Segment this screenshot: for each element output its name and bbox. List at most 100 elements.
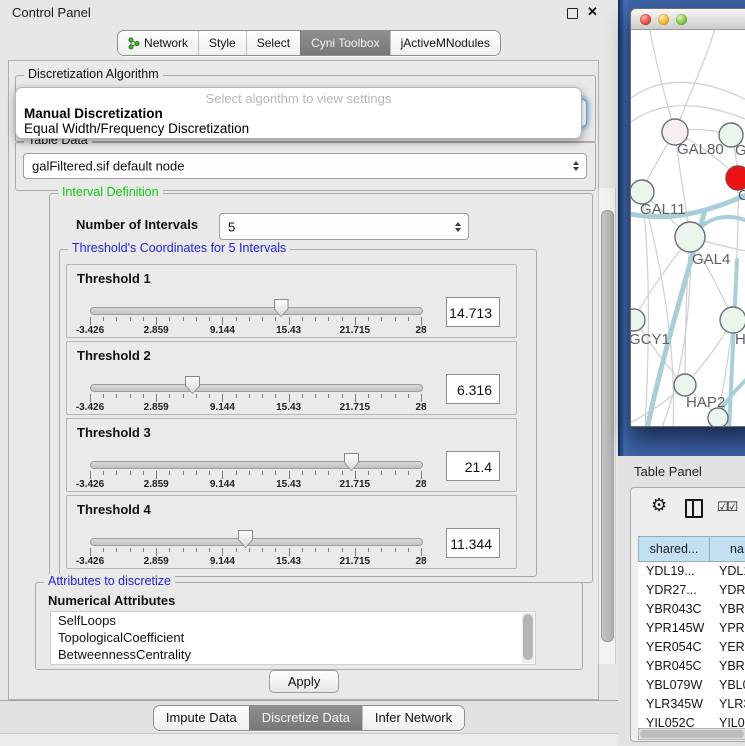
close-window-icon[interactable]	[640, 14, 651, 25]
table-row[interactable]: YER054CYER0	[638, 638, 745, 657]
tick-mark	[156, 394, 157, 402]
network-canvas[interactable]: GAL80 GA GAL11 C GAL4 GCY1 H HAP2	[631, 30, 745, 426]
threshold-value-field[interactable]: 14.713	[446, 297, 500, 327]
table-panel-title: Table Panel	[634, 464, 702, 479]
column-header-name[interactable]: na	[710, 536, 745, 562]
threshold-value-field[interactable]: 21.4	[446, 451, 500, 481]
node-gal4[interactable]	[675, 222, 705, 252]
bottom-tab-group: Impute DataDiscretize DataInfer Network	[153, 705, 465, 731]
cell-name: YBR0	[710, 600, 745, 619]
tick-mark	[90, 548, 91, 556]
algorithm-option-manual[interactable]: Manual Discretization	[24, 106, 163, 121]
split-columns-icon[interactable]	[685, 499, 703, 518]
cyni-toolbox-panel: Discretization Algorithm Select algorith…	[8, 60, 599, 700]
threshold-value-field[interactable]: 11.344	[446, 528, 500, 558]
select-columns-checkboxes-icon[interactable]: ☑☑	[717, 499, 736, 515]
table-row[interactable]: YDR27...YDR2	[638, 581, 745, 600]
attribute-list-item[interactable]: TopologicalCoefficient	[51, 629, 535, 646]
table-row[interactable]: YDL19...YDL1	[638, 562, 745, 581]
attributes-scrollbar[interactable]	[522, 613, 534, 663]
tick-label: 28	[399, 479, 443, 490]
tick-mark	[156, 317, 157, 325]
tab-infer-network[interactable]: Infer Network	[362, 706, 464, 730]
node-hap2[interactable]	[674, 374, 696, 396]
tab-cyni-toolbox[interactable]: Cyni Toolbox	[300, 31, 389, 55]
threshold-label: Threshold 4	[77, 502, 151, 517]
table-row[interactable]: YBR045CYBR0	[638, 657, 745, 676]
tick-mark	[103, 548, 104, 552]
close-panel-icon[interactable]: ✕	[587, 4, 598, 20]
label-ga: GA	[735, 142, 745, 159]
node-h[interactable]	[720, 307, 745, 333]
attribute-list-item[interactable]: BetweennessCentrality	[51, 646, 535, 663]
minimize-window-icon[interactable]	[658, 14, 669, 25]
tab-select[interactable]: Select	[246, 31, 300, 55]
tick-mark	[342, 394, 343, 398]
tab-jactivemnodules[interactable]: jActiveMNodules	[390, 31, 500, 55]
network-view-window: GAL80 GA GAL11 C GAL4 GCY1 H HAP2	[630, 8, 745, 427]
tick-mark	[169, 317, 170, 321]
tab-label: Style	[209, 36, 236, 50]
apply-button[interactable]: Apply	[269, 670, 339, 693]
column-header-shared-name[interactable]: shared...	[638, 536, 710, 562]
tick-mark	[183, 394, 184, 398]
tick-mark	[143, 471, 144, 475]
network-graph: GAL80 GA GAL11 C GAL4 GCY1 H HAP2	[631, 30, 745, 427]
tick-mark	[143, 394, 144, 398]
algorithm-option-equal-width[interactable]: Equal Width/Frequency Discretization	[24, 121, 249, 136]
table-row[interactable]: YBR043CYBR0	[638, 600, 745, 619]
threshold-slider-track[interactable]	[90, 461, 423, 469]
tab-network[interactable]: Network	[118, 31, 198, 55]
table-row[interactable]: YPR145WYPR1	[638, 619, 745, 638]
threshold-slider-track[interactable]	[90, 538, 423, 546]
tick-mark	[196, 548, 197, 552]
tick-mark	[169, 548, 170, 552]
tick-mark	[421, 394, 422, 402]
tick-label: 15.43	[267, 325, 311, 336]
attribute-list-item[interactable]: SelfLoops	[51, 612, 535, 629]
tick-mark	[249, 548, 250, 552]
algorithm-hint: Select algorithm to view settings	[16, 91, 581, 106]
tick-mark	[315, 394, 316, 398]
table-row[interactable]: YLR345WYLR3	[638, 695, 745, 714]
tab-label: Select	[257, 36, 290, 50]
numerical-attributes-list[interactable]: SelfLoopsTopologicalCoefficientBetweenne…	[50, 611, 536, 665]
table-data-combobox[interactable]: galFiltered.sif default node	[23, 153, 587, 179]
threshold-slider-track[interactable]	[90, 384, 423, 392]
gear-icon[interactable]: ⚙	[651, 496, 667, 514]
tick-mark	[408, 548, 409, 552]
tick-mark	[328, 548, 329, 552]
tick-mark	[355, 548, 356, 556]
panel-vertical-scrollbar[interactable]	[598, 188, 616, 664]
tick-mark	[395, 317, 396, 321]
tick-mark	[342, 548, 343, 552]
tick-label: 15.43	[267, 402, 311, 413]
tick-mark	[262, 317, 263, 321]
float-panel-icon[interactable]	[567, 8, 578, 19]
node-gcy1[interactable]	[631, 309, 645, 331]
tab-discretize-data[interactable]: Discretize Data	[249, 706, 362, 730]
table-data-value: galFiltered.sif default node	[32, 159, 184, 174]
tick-mark	[169, 471, 170, 475]
threshold-label: Threshold 3	[77, 425, 151, 440]
tick-label: 9.144	[200, 402, 244, 413]
tab-impute-data[interactable]: Impute Data	[154, 706, 249, 730]
cell-shared-name: YER054C	[638, 638, 710, 657]
zoom-window-icon[interactable]	[676, 14, 687, 25]
scrollbar-thumb[interactable]	[601, 210, 614, 642]
tick-mark	[395, 394, 396, 398]
tick-mark	[262, 548, 263, 552]
table-row[interactable]: YBL079WYBL0	[638, 676, 745, 695]
tick-mark	[183, 471, 184, 475]
spinner-stepper-icon[interactable]	[455, 222, 461, 232]
application-root: Control Panel ✕ NetworkStyleSelectCyni T…	[0, 0, 745, 745]
threshold-value-field[interactable]: 6.316	[446, 374, 500, 404]
threshold-panel-4: Threshold 4-3.4262.8599.14415.4321.71528…	[66, 495, 517, 569]
table-horizontal-scrollbar[interactable]	[638, 728, 745, 740]
table-panel-body: ⚙ ☑☑ shared... na YDL19...YDL1YDR27...YD…	[630, 487, 745, 742]
cell-shared-name: YBR045C	[638, 657, 710, 676]
threshold-slider-track[interactable]	[90, 307, 423, 315]
combo-stepper-icon[interactable]	[573, 161, 579, 171]
number-of-intervals-spinner[interactable]: 5	[219, 213, 469, 240]
tab-style[interactable]: Style	[198, 31, 246, 55]
